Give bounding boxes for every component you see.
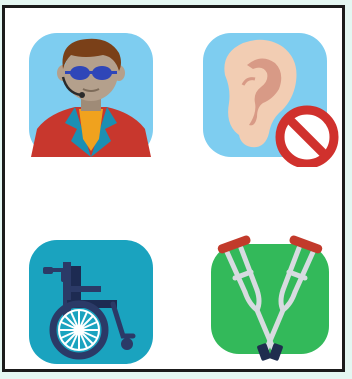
deaf-ear-with-prohibited-sign-icon <box>203 33 343 167</box>
blind-person-with-dark-glasses-icon <box>29 33 153 157</box>
wheelchair-icon <box>29 240 153 364</box>
image-frame <box>2 5 345 372</box>
crutches-icon <box>205 230 335 364</box>
